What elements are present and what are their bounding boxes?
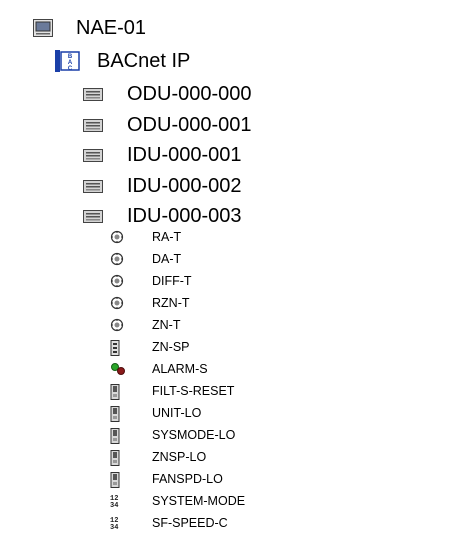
device-icon	[83, 210, 103, 228]
tree-node-label: FANSPD-LO	[152, 472, 223, 486]
binary-input-icon	[110, 362, 126, 381]
tree-node-label: FILT-S-RESET	[152, 384, 235, 398]
tree-node-label: ALARM-S	[152, 362, 208, 376]
tree-node-label: SYSMODE-LO	[152, 428, 236, 442]
tree-node-label: ODU-000-001	[127, 113, 252, 136]
tree-node-label: IDU-000-002	[127, 174, 242, 197]
tree-node-point[interactable]: UNIT-LO	[110, 405, 202, 422]
tree-node-label: RA-T	[152, 230, 182, 244]
tree-node-label: IDU-000-001	[127, 144, 242, 166]
tree-node-point[interactable]: ZNSP-LO	[110, 449, 207, 466]
device-icon	[83, 149, 103, 167]
tree-node-label: BACnet IP	[97, 50, 191, 72]
binary-output-icon	[110, 428, 120, 449]
device-icon	[83, 88, 103, 106]
tree-node-point[interactable]: 12 34 SF-SPEED-C	[110, 515, 228, 532]
tree-node-device[interactable]: IDU-000-001	[83, 143, 242, 167]
tree-node-point[interactable]: RA-T	[110, 229, 181, 245]
tree-node-label: UNIT-LO	[152, 406, 202, 420]
tree-node-label: IDU-000-003	[127, 205, 242, 227]
tree-node-label: ODU-000-000	[127, 83, 252, 105]
device-icon	[83, 118, 103, 137]
tree-node-point[interactable]: DA-T	[110, 251, 181, 267]
device-icon	[83, 179, 103, 198]
binary-output-icon	[110, 472, 120, 493]
analog-value-icon	[110, 340, 120, 361]
tree-node-device[interactable]: ODU-000-000	[83, 82, 252, 106]
tree-node-label: DIFF-T	[152, 274, 192, 288]
tree-node-label: SF-SPEED-C	[152, 516, 228, 530]
binary-output-icon	[110, 450, 120, 471]
analog-input-icon	[110, 274, 124, 293]
tree-node-label: SYSTEM-MODE	[152, 494, 246, 508]
analog-input-icon	[110, 318, 124, 337]
device-icon	[33, 19, 53, 42]
tree-node-label: ZN-SP	[152, 340, 190, 354]
binary-output-icon	[110, 406, 120, 427]
tree-node-point[interactable]: FILT-S-RESET	[110, 383, 235, 400]
tree-node-device[interactable]: IDU-000-002	[83, 174, 242, 198]
tree-node-network[interactable]: B A C BACnet IP	[55, 49, 190, 73]
tree-node-device[interactable]: IDU-000-003	[83, 204, 242, 228]
tree-node-label: ZNSP-LO	[152, 450, 207, 464]
tree-node-point[interactable]: ZN-T	[110, 317, 180, 333]
tree-node-label: RZN-T	[152, 296, 190, 310]
tree-node-point[interactable]: ZN-SP	[110, 339, 190, 356]
tree-node-point[interactable]: SYSMODE-LO	[110, 427, 236, 444]
svg-text:C: C	[68, 66, 73, 72]
tree-node-point[interactable]: DIFF-T	[110, 273, 192, 289]
binary-output-icon	[110, 384, 120, 405]
tree-node-point[interactable]: ALARM-S	[110, 361, 208, 377]
tree-node-point[interactable]: 12 34 SYSTEM-MODE	[110, 493, 246, 510]
tree-node-label: ZN-T	[152, 318, 181, 332]
tree-node-point[interactable]: RZN-T	[110, 295, 190, 311]
svg-text:34: 34	[110, 524, 118, 530]
tree-node-label: DA-T	[152, 252, 182, 266]
tree-node-point[interactable]: FANSPD-LO	[110, 471, 223, 488]
svg-text:34: 34	[110, 502, 118, 508]
multistate-value-icon: 12 34	[110, 494, 126, 513]
tree-node-label: NAE-01	[76, 17, 147, 39]
bacnet-network-icon: BAC	[55, 50, 81, 77]
tree-node-device[interactable]: ODU-000-001	[83, 113, 252, 137]
analog-input-icon	[110, 252, 124, 271]
analog-input-icon	[110, 296, 124, 315]
tree-node-root[interactable]: NAE-01	[33, 16, 146, 40]
multistate-value-icon: 12 34	[110, 516, 126, 535]
analog-input-icon	[110, 230, 124, 249]
